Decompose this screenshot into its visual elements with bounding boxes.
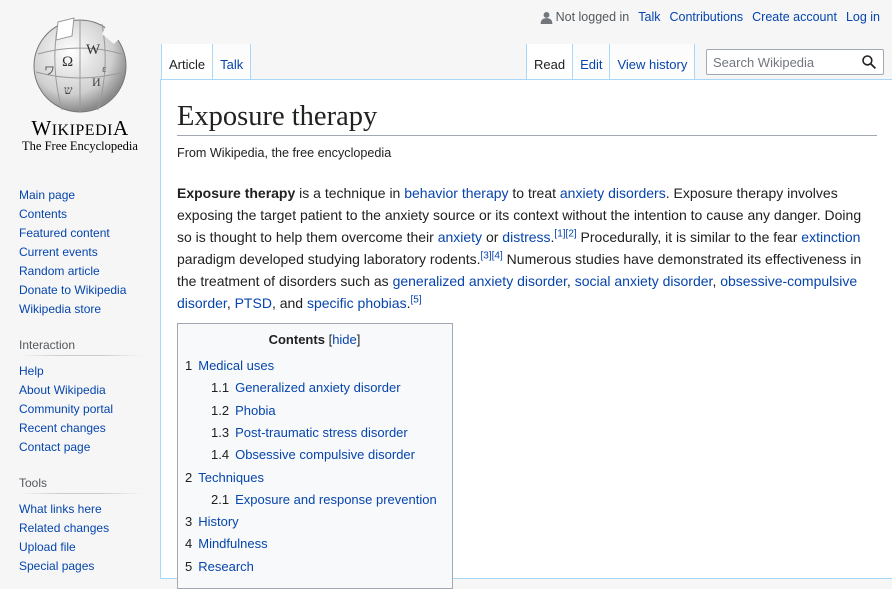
link-behavior-therapy[interactable]: behavior therapy — [404, 185, 508, 201]
search-box — [706, 49, 884, 75]
search-input[interactable] — [707, 50, 857, 74]
toc-item[interactable]: 2.1 Exposure and response prevention — [185, 489, 444, 511]
toc-item[interactable]: 5 Research — [185, 556, 444, 578]
tab-view-history[interactable]: View history — [609, 44, 696, 80]
link-distress[interactable]: distress — [502, 229, 550, 245]
toc-item[interactable]: 3 History — [185, 511, 444, 533]
site-subtitle: From Wikipedia, the free encyclopedia — [177, 146, 392, 161]
link-specific-phobias[interactable]: specific phobias — [307, 295, 407, 311]
toc-item[interactable]: 2 Techniques — [185, 467, 444, 489]
namespace-tabs: Article Talk — [161, 44, 252, 80]
sidebar-item-featured-content[interactable]: Featured content — [19, 226, 110, 240]
log-in-link[interactable]: Log in — [846, 10, 880, 24]
wikipedia-wordmark: WIKIPEDIA — [31, 116, 129, 140]
sidebar-item-contents[interactable]: Contents — [19, 207, 67, 221]
user-icon — [540, 11, 552, 24]
sidebar-interaction: Interaction Help About Wikipedia Communi… — [0, 334, 160, 457]
sidebar-item-random-article[interactable]: Random article — [19, 264, 100, 278]
sidebar-navigation: Main page Contents Featured content Curr… — [0, 180, 160, 319]
toc-link-phobia[interactable]: Phobia — [235, 403, 275, 418]
svg-text:ε: ε — [102, 63, 107, 75]
svg-text:W: W — [86, 42, 101, 58]
sidebar-item-recent-changes[interactable]: Recent changes — [19, 421, 106, 435]
toc-item[interactable]: 1.4 Obsessive compulsive disorder — [185, 444, 444, 466]
create-account-link[interactable]: Create account — [752, 10, 837, 24]
tab-article[interactable]: Article — [161, 44, 213, 80]
sidebar-heading-interaction: Interaction — [19, 334, 143, 357]
wikipedia-logo[interactable]: Ω W ש И ワ ε WIKIPEDIA The Free Encyclope… — [0, 0, 160, 160]
link-social-anxiety-disorder[interactable]: social anxiety disorder — [575, 273, 713, 289]
contributions-link[interactable]: Contributions — [670, 10, 744, 24]
reference-2[interactable]: [2] — [566, 228, 577, 239]
toc-item[interactable]: 1 Medical uses — [185, 355, 444, 377]
sidebar-item-help[interactable]: Help — [19, 364, 44, 378]
toc-link-techniques[interactable]: Techniques — [198, 470, 264, 485]
tab-talk[interactable]: Talk — [212, 44, 252, 80]
personal-tools: Not logged in Talk Contributions Create … — [540, 10, 880, 24]
reference-4[interactable]: [4] — [492, 250, 503, 261]
toc-link-gad[interactable]: Generalized anxiety disorder — [235, 380, 400, 395]
sidebar-item-main-page[interactable]: Main page — [19, 188, 75, 202]
reference-5[interactable]: [5] — [410, 294, 421, 305]
sidebar-tools: Tools What links here Related changes Up… — [0, 472, 160, 576]
link-generalized-anxiety-disorder[interactable]: generalized anxiety disorder — [393, 273, 567, 289]
lead-paragraph: Exposure therapy is a technique in behav… — [177, 185, 862, 312]
svg-text:ワ: ワ — [44, 65, 55, 77]
link-extinction[interactable]: extinction — [801, 229, 860, 245]
svg-text:Ω: Ω — [62, 54, 73, 70]
sidebar-item-community-portal[interactable]: Community portal — [19, 402, 113, 416]
toc-link-research[interactable]: Research — [198, 559, 254, 574]
sidebar-heading-tools: Tools — [19, 472, 143, 495]
page-title: Exposure therapy — [177, 98, 877, 137]
wikipedia-tagline: The Free Encyclopedia — [22, 139, 138, 153]
reference-1[interactable]: [1] — [554, 228, 565, 239]
toc-link-ptsd[interactable]: Post-traumatic stress disorder — [235, 425, 408, 440]
toc-link-ocd[interactable]: Obsessive compulsive disorder — [235, 447, 415, 462]
sidebar-item-related-changes[interactable]: Related changes — [19, 521, 109, 535]
article-content: Exposure therapy From Wikipedia, the fre… — [160, 79, 892, 589]
view-tabs: Read Edit View history — [526, 44, 696, 80]
svg-text:ש: ש — [64, 83, 73, 97]
toc-link-erp[interactable]: Exposure and response prevention — [235, 492, 437, 507]
reference-3[interactable]: [3] — [481, 250, 492, 261]
svg-text:И: И — [92, 75, 101, 89]
not-logged-in: Not logged in — [540, 10, 629, 24]
toc-item[interactable]: 1.2 Phobia — [185, 400, 444, 422]
lead-bold-term: Exposure therapy — [177, 185, 296, 202]
sidebar-item-donate[interactable]: Donate to Wikipedia — [19, 283, 126, 297]
sidebar: Main page Contents Featured content Curr… — [0, 180, 160, 576]
toc-link-history[interactable]: History — [198, 514, 238, 529]
toc-link-medical-uses[interactable]: Medical uses — [198, 358, 274, 373]
sidebar-item-current-events[interactable]: Current events — [19, 245, 98, 259]
search-icon[interactable] — [861, 54, 877, 70]
sidebar-item-special-pages[interactable]: Special pages — [19, 559, 94, 573]
toc-hide-toggle[interactable]: hide — [332, 332, 357, 347]
link-anxiety-disorders[interactable]: anxiety disorders — [560, 185, 666, 201]
sidebar-item-store[interactable]: Wikipedia store — [19, 302, 101, 316]
sidebar-item-contact-page[interactable]: Contact page — [19, 440, 90, 454]
link-ptsd[interactable]: PTSD — [235, 295, 272, 311]
tab-read[interactable]: Read — [526, 44, 573, 80]
tab-edit[interactable]: Edit — [572, 44, 610, 80]
link-anxiety[interactable]: anxiety — [438, 229, 482, 245]
sidebar-item-what-links-here[interactable]: What links here — [19, 502, 102, 516]
sidebar-item-about[interactable]: About Wikipedia — [19, 383, 106, 397]
sidebar-item-upload-file[interactable]: Upload file — [19, 540, 76, 554]
toc-item[interactable]: 1.1 Generalized anxiety disorder — [185, 377, 444, 399]
wikipedia-globe-icon: Ω W ש И ワ ε — [33, 17, 127, 113]
talk-link[interactable]: Talk — [638, 10, 660, 24]
table-of-contents: Contents [hide] 1 Medical uses 1.1 General… — [177, 323, 453, 589]
toc-title: Contents [hide] — [268, 332, 361, 348]
toc-item[interactable]: 4 Mindfulness — [185, 533, 444, 555]
toc-item[interactable]: 1.3 Post-traumatic stress disorder — [185, 422, 444, 444]
toc-link-mindfulness[interactable]: Mindfulness — [198, 536, 267, 551]
